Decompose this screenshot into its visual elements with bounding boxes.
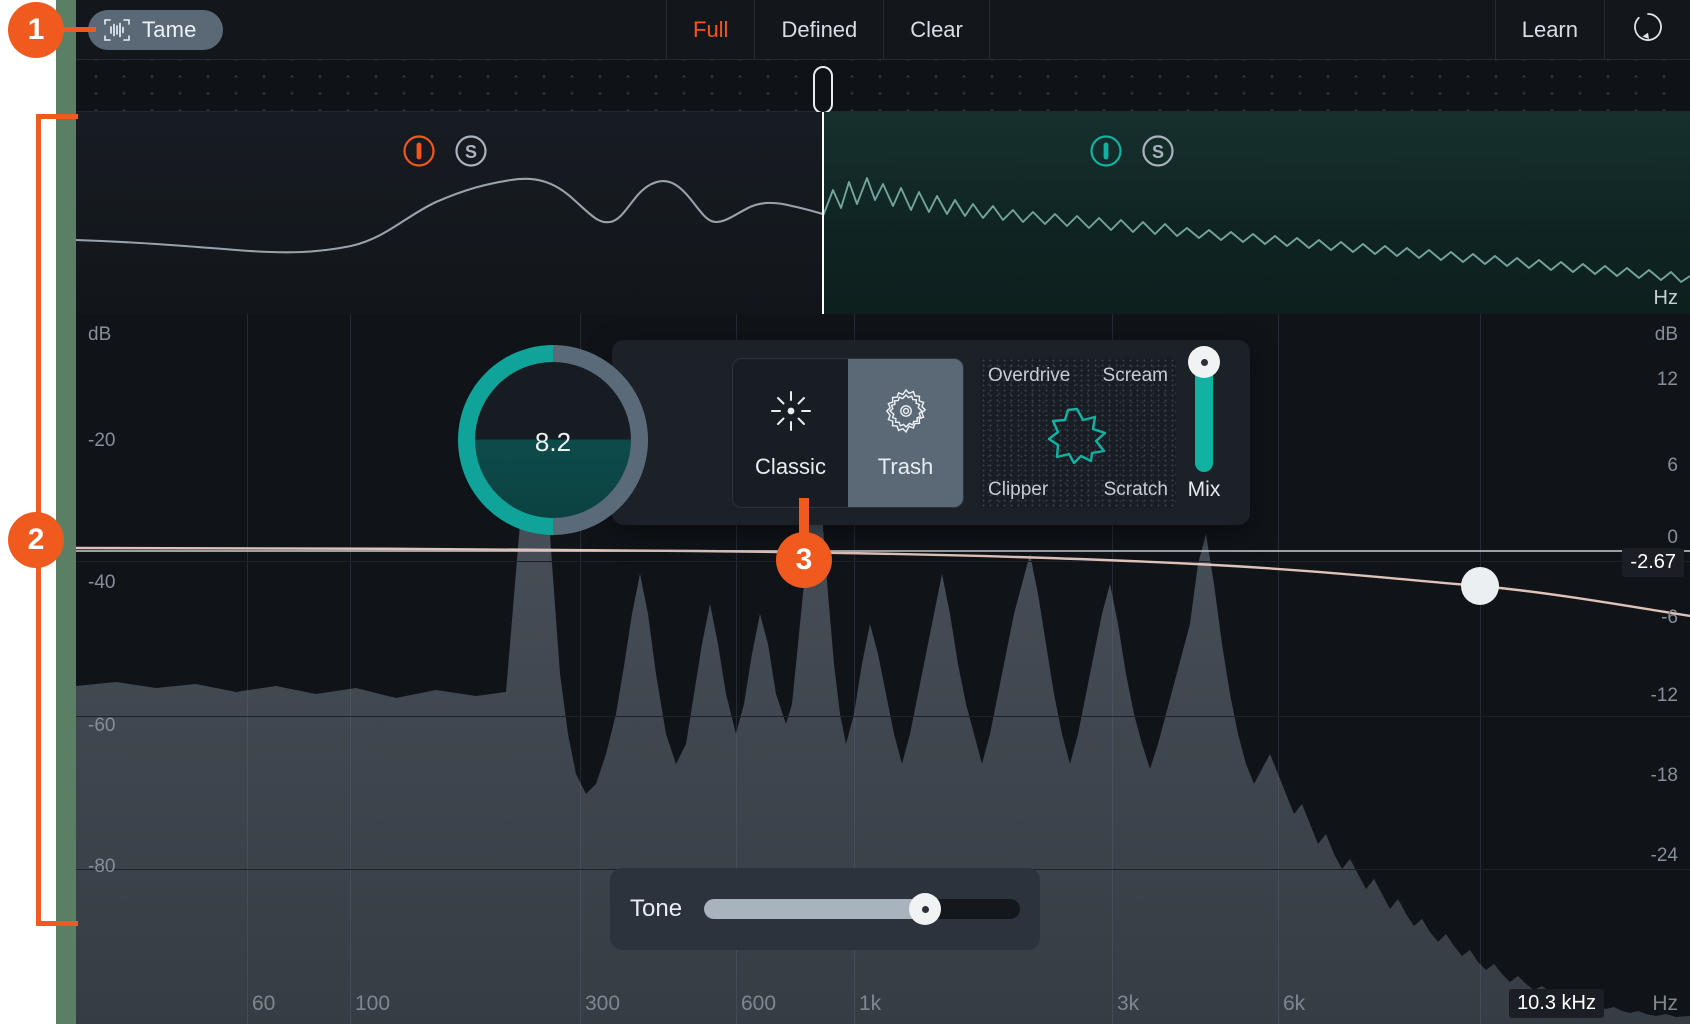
toolbar-left-section: Tame xyxy=(76,0,666,59)
mode-trash-label: Trash xyxy=(877,453,934,479)
amount-knob-face: 8.2 xyxy=(475,362,631,518)
circular-reset-icon xyxy=(1631,10,1665,49)
top-toolbar: Tame Full Defined Clear Learn xyxy=(76,0,1690,60)
freq-tick-label: 1k xyxy=(859,992,882,1015)
tone-slider-fill xyxy=(704,899,926,919)
spectrum-pane-right[interactable]: S Hz xyxy=(823,112,1690,314)
left-axis-tick: -80 xyxy=(88,856,116,877)
right-pane-controls: S xyxy=(1089,134,1175,173)
freq-tick-label: 6k xyxy=(1283,992,1306,1015)
callout-1-leader xyxy=(60,27,96,32)
bottom-unit-label: Hz xyxy=(1652,992,1678,1015)
left-axis-tick: -40 xyxy=(88,572,116,593)
view-defined-button[interactable]: Defined xyxy=(754,0,883,59)
mode-trash-button[interactable]: Trash xyxy=(848,359,963,507)
eq-node-handle[interactable] xyxy=(1461,567,1499,605)
right-axis-tick: -24 xyxy=(1650,845,1678,866)
tone-slider[interactable] xyxy=(704,893,1020,925)
trash-module-panel: 8.2 Classic Trash Overdrive Scream Clipp… xyxy=(458,340,1250,535)
xy-label-overdrive: Overdrive xyxy=(988,365,1071,386)
spectrum-pane-left[interactable]: S xyxy=(76,112,823,314)
pane-split-divider[interactable] xyxy=(822,112,824,314)
learn-button[interactable]: Learn xyxy=(1494,0,1604,59)
amount-knob[interactable]: 8.2 xyxy=(458,345,648,535)
star-burst-cursor-icon[interactable] xyxy=(1046,406,1108,469)
left-axis-tick: -20 xyxy=(88,430,116,451)
mix-label: Mix xyxy=(1187,478,1221,501)
mode-classic-label: Classic xyxy=(755,453,826,479)
right-axis-unit: dB xyxy=(1654,324,1678,345)
xy-label-scream: Scream xyxy=(1102,365,1168,386)
callout-badge-2: 2 xyxy=(8,512,64,568)
freq-tick-label: 3k xyxy=(1117,992,1140,1015)
pane-unit-label: Hz xyxy=(1653,287,1678,309)
screenshot-root: Tame Full Defined Clear Learn S S Hz dB … xyxy=(0,0,1690,1024)
view-clear-button[interactable]: Clear xyxy=(883,0,989,59)
bypass-power-icon[interactable] xyxy=(402,134,436,173)
solo-s-icon[interactable]: S xyxy=(454,134,488,173)
mix-slider-column: Mix xyxy=(1170,346,1238,512)
svg-text:S: S xyxy=(465,142,477,162)
freq-tick-label: 300 xyxy=(585,992,621,1015)
plugin-window: Tame Full Defined Clear Learn S S Hz dB … xyxy=(76,0,1690,1024)
tone-slider-knob[interactable] xyxy=(909,893,942,925)
module-name-pill[interactable]: Tame xyxy=(88,9,223,50)
split-handle-icon[interactable] xyxy=(813,66,833,114)
sun-burst-icon xyxy=(767,387,815,440)
callout-badge-3: 3 xyxy=(776,532,832,588)
view-full-button[interactable]: Full xyxy=(666,0,754,59)
mix-slider-knob[interactable] xyxy=(1188,346,1220,378)
solo-s-icon[interactable]: S xyxy=(1141,134,1175,173)
mode-selector-group: Classic Trash xyxy=(732,358,964,508)
waveform-select-icon xyxy=(104,18,130,42)
mix-slider[interactable] xyxy=(1188,346,1220,472)
bypass-power-icon[interactable] xyxy=(1089,134,1123,173)
right-axis-tick: 12 xyxy=(1656,369,1678,390)
freq-tick-label: 600 xyxy=(741,992,777,1015)
freq-tick-label: 100 xyxy=(355,992,391,1015)
spectrum-split-ruler[interactable] xyxy=(76,60,1690,114)
mode-classic-button[interactable]: Classic xyxy=(733,359,848,507)
right-axis-tick: -12 xyxy=(1650,685,1678,706)
node-db-badge: -2.67 xyxy=(1622,548,1684,577)
view-mode-group: Full Defined Clear xyxy=(666,0,989,59)
left-pane-controls: S xyxy=(402,134,488,173)
left-axis-unit: dB xyxy=(88,324,112,345)
right-axis-tick: -6 xyxy=(1661,607,1678,628)
right-axis-tick: 0 xyxy=(1667,527,1678,548)
freq-tick-label: 60 xyxy=(252,992,276,1015)
amount-knob-value: 8.2 xyxy=(534,426,572,457)
right-axis-tick: -18 xyxy=(1650,765,1678,786)
right-spectrum-curve xyxy=(823,177,1690,283)
xy-label-scratch: Scratch xyxy=(1103,479,1168,500)
right-axis-tick: 6 xyxy=(1667,455,1678,476)
tone-control-bar: Tone xyxy=(610,868,1040,950)
tone-label: Tone xyxy=(630,895,683,922)
node-hz-badge: 10.3 kHz xyxy=(1509,989,1604,1018)
reset-button[interactable] xyxy=(1604,0,1690,59)
dual-spectrum-panes: S S Hz xyxy=(76,112,1690,314)
toolbar-spacer xyxy=(988,0,1495,59)
gear-star-icon xyxy=(882,387,930,440)
xy-label-clipper: Clipper xyxy=(988,479,1049,500)
svg-text:S: S xyxy=(1152,142,1164,162)
left-axis-tick: -60 xyxy=(88,715,116,736)
xy-character-pad[interactable]: Overdrive Scream Clipper Scratch xyxy=(980,358,1176,508)
callout-badge-1: 1 xyxy=(8,2,64,58)
module-name-label: Tame xyxy=(142,16,197,42)
